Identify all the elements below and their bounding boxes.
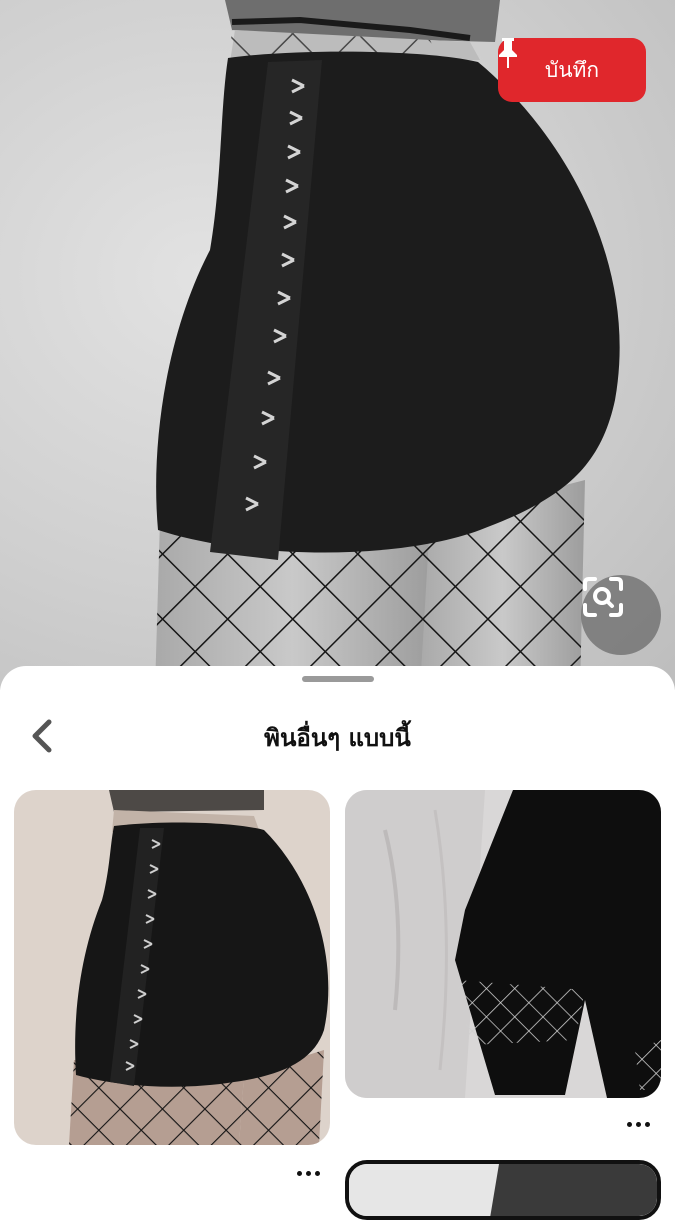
related-pin-card[interactable]: [345, 1160, 661, 1220]
related-pin-image: [345, 790, 661, 1098]
pin-closeup-image[interactable]: บันทึก: [0, 0, 675, 690]
visual-search-button[interactable]: [581, 575, 661, 655]
more-like-this-sheet[interactable]: พินอื่นๆ แบบนี้: [0, 666, 675, 1220]
visual-search-icon: [583, 577, 623, 617]
pin-photo: [155, 0, 620, 690]
save-button-label: บันทึก: [544, 57, 600, 82]
related-pin-card[interactable]: [345, 790, 661, 1098]
save-button[interactable]: บันทึก: [498, 38, 646, 102]
sheet-title: พินอื่นๆ แบบนี้: [264, 724, 411, 752]
related-pin-image: [14, 790, 330, 1145]
related-pin-card[interactable]: [14, 790, 330, 1145]
more-options-icon[interactable]: [288, 1161, 328, 1185]
sheet-drag-handle[interactable]: [302, 676, 374, 682]
pushpin-icon: [499, 38, 517, 68]
related-pin-image: [349, 1164, 657, 1216]
more-options-icon[interactable]: [618, 1112, 658, 1136]
